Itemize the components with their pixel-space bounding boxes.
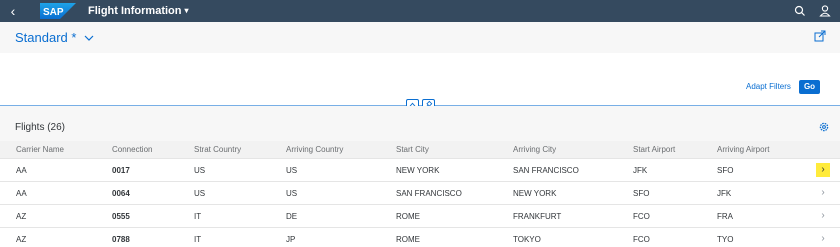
- app-title-menu[interactable]: Flight Information ▾: [88, 4, 189, 18]
- cell-connection: 0788: [112, 235, 130, 244]
- cell-arriving-city: SAN FRANCISCO: [513, 166, 579, 175]
- share-icon[interactable]: [813, 29, 827, 43]
- cell-carrier: AA: [16, 189, 27, 198]
- table-row[interactable]: AA 0017 US US NEW YORK SAN FRANCISCO JFK…: [0, 159, 840, 182]
- cell-arriving-airport: TYO: [717, 235, 734, 244]
- table-header-row: Carrier Name Connection Strat Country Ar…: [0, 141, 840, 159]
- column-header[interactable]: Arriving City: [513, 145, 556, 155]
- shell-bar: ‹ SAP Flight Information ▾: [0, 0, 840, 22]
- app-title: Flight Information: [88, 5, 182, 17]
- user-icon[interactable]: [818, 3, 832, 19]
- column-header[interactable]: Arriving Airport: [717, 145, 769, 155]
- column-header[interactable]: Start Airport: [633, 145, 675, 155]
- cell-start-airport: FCO: [633, 235, 650, 244]
- gear-icon[interactable]: [818, 121, 830, 133]
- cell-start-country: IT: [194, 235, 202, 244]
- column-header[interactable]: Arriving Country: [286, 145, 343, 155]
- chevron-right-icon[interactable]: ›: [816, 209, 830, 223]
- cell-arriving-city: FRANKFURT: [513, 212, 562, 221]
- cell-carrier: AZ: [16, 212, 27, 221]
- cell-start-country: US: [194, 189, 206, 198]
- cell-start-airport: SFO: [633, 189, 650, 198]
- cell-arriving-country: DE: [286, 212, 298, 221]
- cell-start-airport: FCO: [633, 212, 650, 221]
- column-header[interactable]: Carrier Name: [16, 145, 64, 155]
- column-header[interactable]: Connection: [112, 145, 152, 155]
- variant-label: Standard *: [15, 30, 77, 45]
- cell-arriving-airport: FRA: [717, 212, 733, 221]
- cell-carrier: AZ: [16, 235, 27, 244]
- cell-carrier: AA: [16, 166, 27, 175]
- cell-start-city: ROME: [396, 235, 420, 244]
- cell-arriving-airport: JFK: [717, 189, 732, 198]
- cell-start-airport: JFK: [633, 166, 648, 175]
- chevron-right-icon[interactable]: ›: [816, 186, 830, 200]
- table-row[interactable]: AZ 0788 IT JP ROME TOKYO FCO TYO ›: [0, 228, 840, 247]
- back-icon[interactable]: ‹: [6, 2, 20, 20]
- cell-arriving-country: JP: [286, 235, 296, 244]
- table-row[interactable]: AA 0064 US US SAN FRANCISCO NEW YORK SFO…: [0, 182, 840, 205]
- chevron-right-icon[interactable]: ›: [816, 232, 830, 246]
- cell-start-country: IT: [194, 212, 202, 221]
- cell-arriving-city: TOKYO: [513, 235, 541, 244]
- chevron-down-icon: [84, 35, 94, 41]
- variant-selector[interactable]: Standard *: [15, 30, 94, 46]
- sap-logo[interactable]: SAP: [40, 3, 76, 19]
- cell-connection: 0064: [112, 189, 130, 198]
- chevron-right-icon[interactable]: ›: [816, 163, 830, 177]
- page-header: Standard *: [0, 22, 840, 53]
- table-title: Flights (26): [15, 122, 66, 133]
- cell-start-city: ROME: [396, 212, 420, 221]
- cell-start-city: NEW YORK: [396, 166, 440, 175]
- adapt-filters-button[interactable]: Adapt Filters: [746, 81, 791, 93]
- cell-arriving-airport: SFO: [717, 166, 734, 175]
- cell-connection: 0555: [112, 212, 130, 221]
- sap-logo-text: SAP: [43, 7, 64, 18]
- search-icon[interactable]: [793, 3, 807, 19]
- cell-connection: 0017: [112, 166, 130, 175]
- chevron-down-icon: ▾: [184, 6, 189, 15]
- column-header[interactable]: Strat Country: [194, 145, 241, 155]
- cell-arriving-city: NEW YORK: [513, 189, 557, 198]
- filter-bar: [0, 53, 840, 105]
- cell-start-country: US: [194, 166, 206, 175]
- table-row[interactable]: AZ 0555 IT DE ROME FRANKFURT FCO FRA ›: [0, 205, 840, 228]
- column-header[interactable]: Start City: [396, 145, 429, 155]
- cell-arriving-country: US: [286, 189, 298, 198]
- cell-arriving-country: US: [286, 166, 298, 175]
- cell-start-city: SAN FRANCISCO: [396, 189, 462, 198]
- go-button[interactable]: Go: [799, 80, 820, 94]
